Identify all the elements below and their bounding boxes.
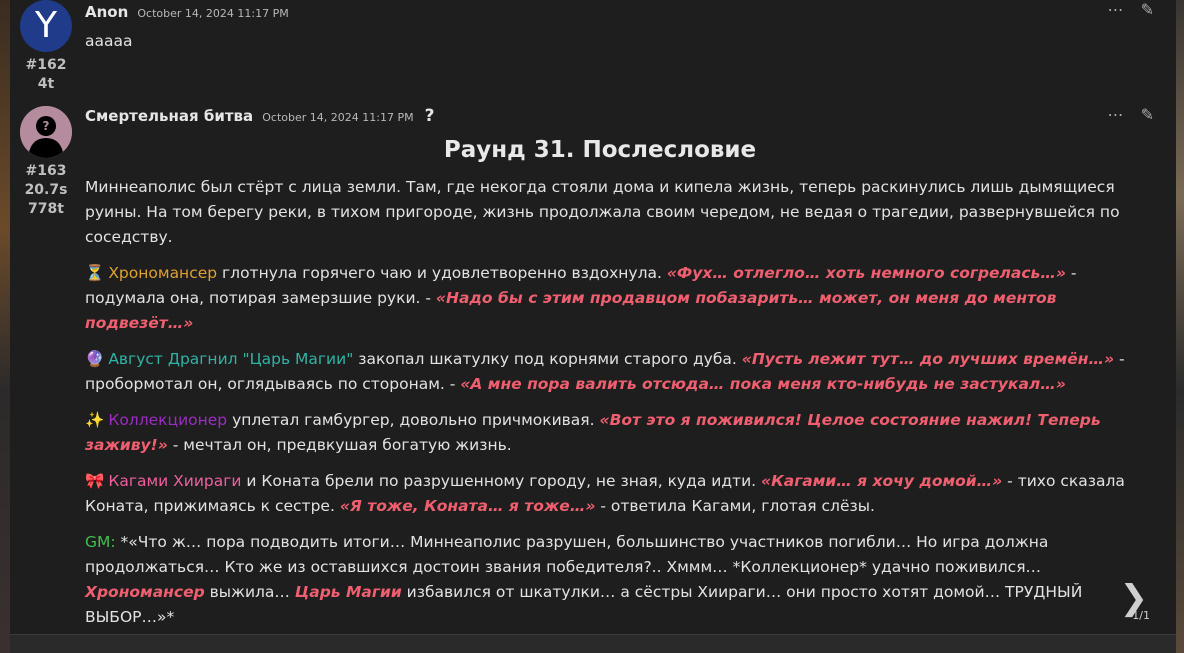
svg-text:?: ? <box>43 119 50 133</box>
paragraph-gm: GM: *«Что ж… пора подводить итоги… Минне… <box>85 530 1125 630</box>
crystal-ball-icon: 🔮 <box>85 350 105 368</box>
page-indicator: 1/1 <box>1132 609 1150 622</box>
post-tools: ⋯ ✎ <box>1096 105 1155 124</box>
post-number[interactable]: #162 <box>10 56 82 75</box>
paragraph-august: 🔮 Август Драгнил "Царь Магии" закопал шка… <box>85 347 1125 397</box>
post-meta: #162 4t <box>10 56 82 94</box>
post-date: October 14, 2024 11:17 PM <box>262 111 414 124</box>
narration: глотнула горячего чаю и удовлетворенно в… <box>217 264 667 282</box>
post-header: Anon October 14, 2024 11:17 PM <box>85 2 289 21</box>
more-options-icon[interactable]: ⋯ <box>1108 105 1124 124</box>
username[interactable]: Смертельная битва <box>85 107 253 125</box>
character-name: Август Драгнил "Царь Магии" <box>108 350 354 368</box>
post-date: October 14, 2024 11:17 PM <box>137 7 289 20</box>
input-bar[interactable] <box>10 634 1176 653</box>
narration: *«Что ж… пора подводить итоги… Миннеапол… <box>85 533 1049 576</box>
quote: «Пусть лежит тут… до лучших времён…» <box>741 350 1115 368</box>
post-number[interactable]: #163 <box>10 162 82 181</box>
post-header: Смертельная битва October 14, 2024 11:17… <box>85 106 435 126</box>
character-name: Кагами Хиираги <box>108 472 242 490</box>
quote: «Фух… отлегло… хоть немного согрелась…» <box>666 264 1066 282</box>
quote: «А мне пора валить отсюда… пока меня кто… <box>460 375 1066 393</box>
message-title: Раунд 31. Послесловие <box>443 137 757 163</box>
hourglass-icon: ⏳ <box>85 264 105 282</box>
more-options-icon[interactable]: ⋯ <box>1108 0 1124 19</box>
post-token-count: 4t <box>37 76 55 92</box>
narration: выжила… <box>204 583 295 601</box>
post-body: aaaaa <box>85 29 1125 54</box>
message-text: aaaaa <box>85 32 133 50</box>
narration: уплетал гамбургер, довольно причмокивая. <box>227 411 600 429</box>
ribbon-icon: 🎀 <box>85 472 105 490</box>
post-tools: ⋯ ✎ <box>1096 0 1155 19</box>
avatar[interactable]: Y <box>20 0 72 52</box>
background-edge-left <box>0 0 10 653</box>
help-icon[interactable]: ? <box>425 106 435 126</box>
character-name: Коллекционер <box>108 411 228 429</box>
paragraph-collector: ✨ Коллекционер уплетал гамбургер, довольн… <box>85 408 1125 458</box>
character-name: Хрономансер <box>85 583 205 601</box>
chat-panel: Y #162 4t Anon October 14, 2024 11:17 PM… <box>10 0 1176 653</box>
quote: «Кагами… я хочу домой…» <box>761 472 1003 490</box>
sparkles-icon: ✨ <box>85 411 105 429</box>
character-name: Хрономансер <box>108 264 218 282</box>
background-edge-right <box>1176 0 1184 653</box>
avatar[interactable]: ? <box>20 106 72 158</box>
narration: - ответила Кагами, глотая слёзы. <box>595 497 875 515</box>
edit-icon[interactable]: ✎ <box>1141 105 1154 124</box>
narration: - мечтал он, предвкушая богатую жизнь. <box>167 436 512 454</box>
paragraph-chronomancer: ⏳ Хрономансер глотнула горячего чаю и удо… <box>85 261 1125 336</box>
narration: закопал шкатулку под корнями старого дуб… <box>353 350 742 368</box>
silhouette-icon: ? <box>20 106 72 158</box>
edit-icon[interactable]: ✎ <box>1141 0 1154 19</box>
paragraph-intro: Миннеаполис был стёрт с лица земли. Там,… <box>85 178 1120 246</box>
character-name: Царь Магии <box>294 583 402 601</box>
post-meta: #163 20.7s 778t <box>10 162 82 219</box>
post-body: Раунд 31. Послесловие Миннеаполис был ст… <box>85 138 1125 641</box>
paragraph-kagami: 🎀 Кагами Хиираги и Коната брели по разруш… <box>85 469 1125 519</box>
post-token-count: 778t <box>28 201 64 217</box>
narration: и Коната брели по разрушенному городу, н… <box>241 472 761 490</box>
quote: «Я тоже, Коната… я тоже…» <box>339 497 596 515</box>
gm-label: GM: <box>85 533 116 551</box>
post-generation-time: 20.7s <box>24 182 68 198</box>
username[interactable]: Anon <box>85 3 128 21</box>
